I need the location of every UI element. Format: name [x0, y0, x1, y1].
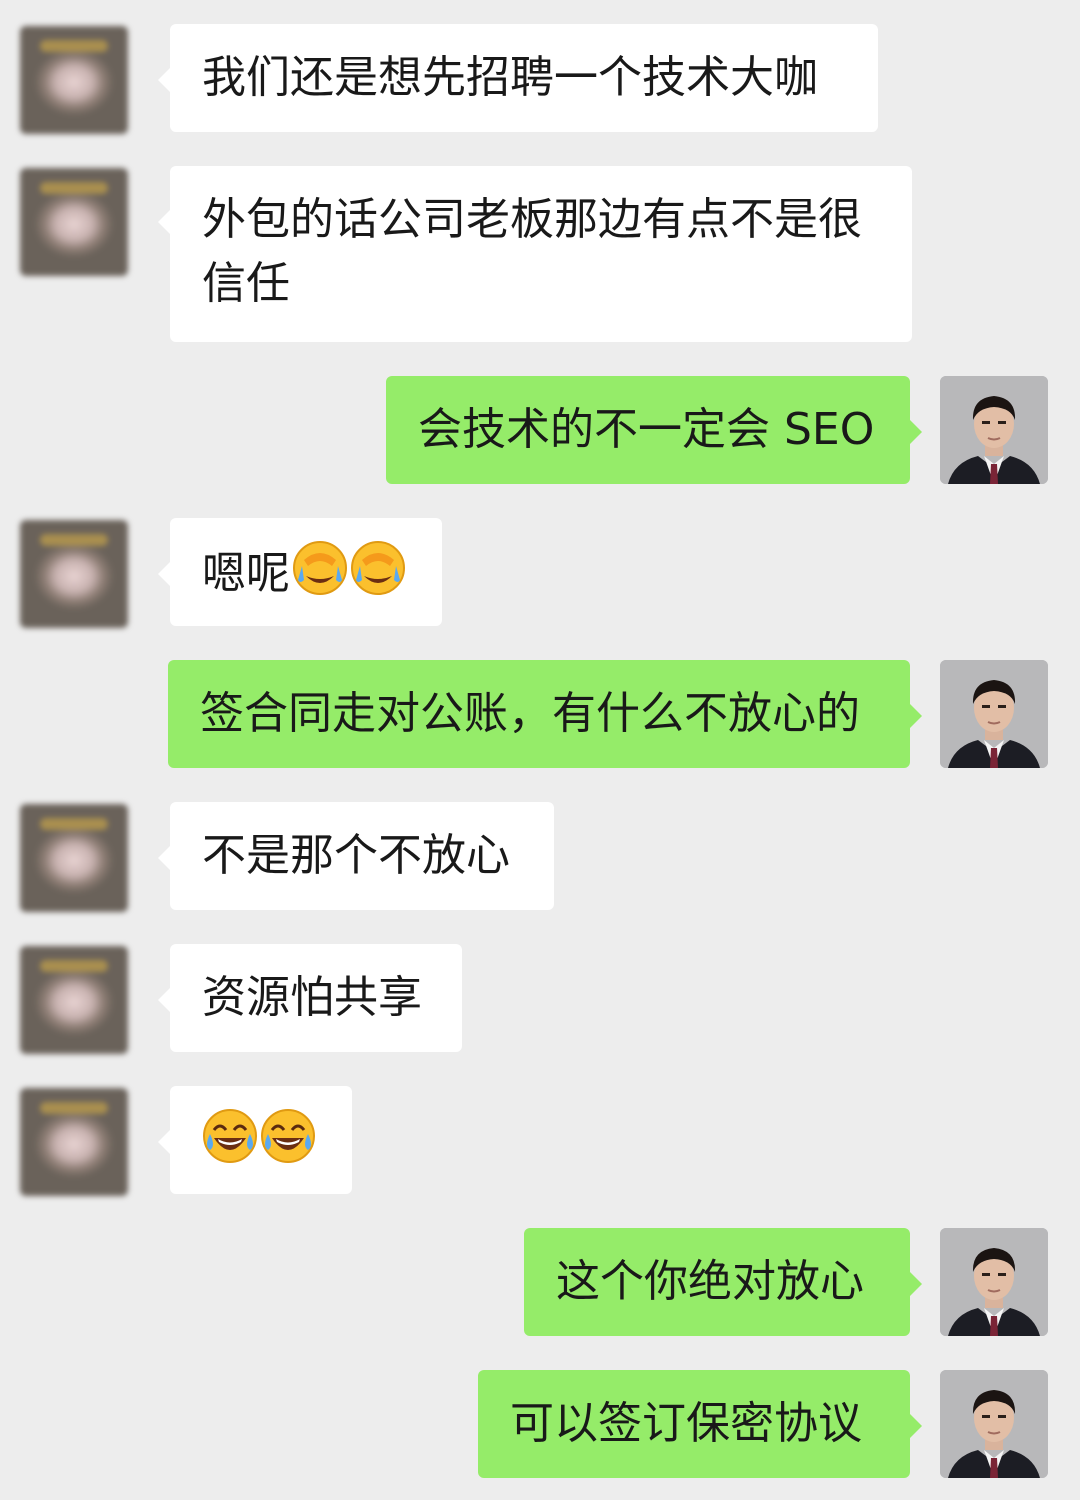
contact-avatar[interactable] — [20, 1088, 128, 1196]
my-avatar[interactable] — [940, 376, 1048, 484]
contact-avatar[interactable] — [20, 946, 128, 1054]
message-bubble[interactable]: 会技术的不一定会 SEO — [386, 376, 922, 484]
man-in-suit-icon — [940, 660, 1048, 768]
message-row-incoming: 我们还是想先招聘一个技术大咖 — [0, 24, 1080, 136]
man-in-suit-icon — [940, 1228, 1048, 1336]
message-text: 可以签订保密协议 — [510, 1398, 862, 1449]
message-row-outgoing: 签合同走对公账，有什么不放心的 — [0, 660, 1080, 768]
my-avatar[interactable] — [940, 1370, 1048, 1478]
my-avatar[interactable] — [940, 660, 1048, 768]
contact-avatar[interactable] — [20, 26, 128, 134]
tears-of-joy-emoji-icon — [203, 1109, 257, 1163]
message-text: 这个你绝对放心 — [556, 1256, 864, 1307]
message-row-outgoing: 可以签订保密协议 — [0, 1370, 1080, 1478]
contact-avatar[interactable] — [20, 168, 128, 276]
facepalm-crying-emoji-icon — [351, 541, 405, 595]
message-text: 不是那个不放心 — [202, 830, 510, 881]
message-row-incoming: 外包的话公司老板那边有点不是很信任 — [0, 166, 1080, 344]
message-bubble[interactable]: 签合同走对公账，有什么不放心的 — [168, 660, 922, 768]
contact-avatar[interactable] — [20, 520, 128, 628]
message-bubble[interactable]: 不是那个不放心 — [158, 802, 554, 910]
message-row-outgoing: 这个你绝对放心 — [0, 1228, 1080, 1336]
message-bubble[interactable]: 可以签订保密协议 — [478, 1370, 922, 1478]
message-bubble[interactable]: 嗯呢 — [158, 518, 442, 626]
tears-of-joy-emoji-icon — [261, 1109, 315, 1163]
message-text: 嗯呢 — [202, 548, 290, 599]
man-in-suit-icon — [940, 1370, 1048, 1478]
message-bubble[interactable]: 资源怕共享 — [158, 944, 462, 1052]
message-bubble[interactable]: 这个你绝对放心 — [524, 1228, 922, 1336]
message-text: 签合同走对公账，有什么不放心的 — [200, 688, 860, 739]
message-bubble[interactable] — [158, 1086, 352, 1194]
message-row-incoming: 资源怕共享 — [0, 944, 1080, 1054]
my-avatar[interactable] — [940, 1228, 1048, 1336]
message-row-outgoing: 会技术的不一定会 SEO — [0, 376, 1080, 484]
message-text: 我们还是想先招聘一个技术大咖 — [202, 52, 818, 103]
contact-avatar[interactable] — [20, 804, 128, 912]
man-in-suit-icon — [940, 376, 1048, 484]
message-row-incoming — [0, 1086, 1080, 1196]
message-bubble[interactable]: 我们还是想先招聘一个技术大咖 — [158, 24, 878, 132]
message-text: 会技术的不一定会 SEO — [418, 404, 875, 455]
chat-area: 我们还是想先招聘一个技术大咖 外包的话公司老板那边有点不是很信任 会技术的不一定… — [0, 0, 1080, 1500]
message-text: 资源怕共享 — [202, 972, 422, 1023]
message-bubble[interactable]: 外包的话公司老板那边有点不是很信任 — [158, 166, 912, 342]
message-row-incoming: 嗯呢 — [0, 518, 1080, 628]
message-text: 外包的话公司老板那边有点不是很信任 — [202, 194, 862, 309]
message-row-incoming: 不是那个不放心 — [0, 802, 1080, 912]
facepalm-crying-emoji-icon — [293, 541, 347, 595]
